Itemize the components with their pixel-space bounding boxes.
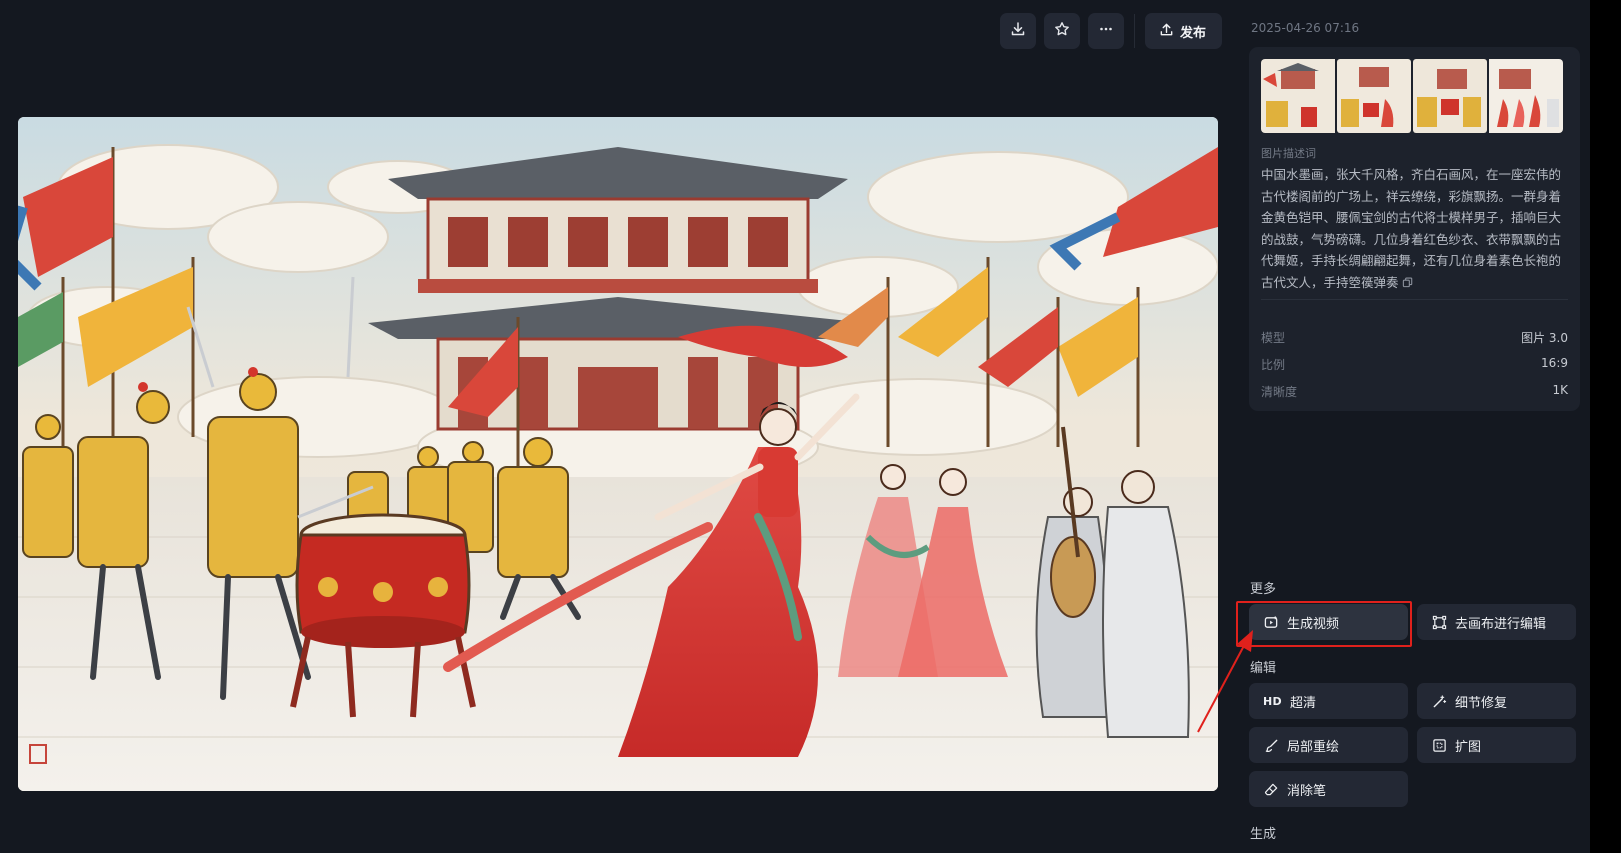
more-button[interactable] [1088,13,1124,49]
eraser-label: 消除笔 [1287,783,1327,799]
video-icon [1263,614,1279,630]
generated-image[interactable] [18,117,1218,791]
generated-image-artwork [18,117,1218,791]
upscale-button[interactable]: HD 超清 [1249,683,1408,719]
canvas-icon [1431,614,1447,630]
prompt-text: 中国水墨画，张大千风格，齐白石画风，在一座宏伟的古代楼阁前的广场上，祥云缭绕，彩… [1261,164,1568,294]
card-divider [1261,299,1568,300]
brush-icon [1263,737,1279,753]
eraser-icon [1263,781,1279,797]
image-info-card: 图片描述词 中国水墨画，张大千风格，齐白石画风，在一座宏伟的古代楼阁前的广场上，… [1249,47,1580,411]
copy-icon[interactable] [1402,273,1413,295]
meta-row-resolution: 清晰度 1K [1261,383,1568,399]
created-timestamp: 2025-04-26 07:16 [1251,21,1360,35]
outpaint-label: 扩图 [1455,739,1482,755]
meta-key: 模型 [1261,331,1286,345]
prompt-text-body: 中国水墨画，张大千风格，齐白石画风，在一座宏伟的古代楼阁前的广场上，祥云缭绕，彩… [1261,167,1562,290]
meta-key: 比例 [1261,358,1286,372]
app-window: 发布 2025-04-26 07:16 图片描述词 中国水墨画，张大千风格，齐白… [0,0,1591,853]
inpaint-label: 局部重绘 [1287,739,1340,755]
hd-icon: HD [1263,694,1282,708]
image-toolbar: 发布 [1000,13,1223,49]
eraser-button[interactable]: 消除笔 [1249,771,1408,807]
variant-thumbnail-3[interactable] [1413,59,1487,133]
meta-key: 清晰度 [1261,385,1298,399]
details-panel: 2025-04-26 07:16 图片描述词 中国水墨画，张大千风格，齐白石画风… [1249,0,1580,853]
section-title-more: 更多 [1250,582,1277,597]
meta-row-model: 模型 图片 3.0 [1261,329,1568,345]
inpaint-button[interactable]: 局部重绘 [1249,727,1408,763]
variant-thumbnails [1261,59,1563,133]
section-title-edit: 编辑 [1250,661,1277,676]
publish-label: 发布 [1180,25,1207,41]
meta-value: 16:9 [1541,356,1568,370]
toolbar-divider [1134,14,1135,48]
magic-wand-icon [1431,693,1447,709]
section-title-generate: 生成 [1250,827,1277,842]
upscale-label: 超清 [1289,695,1316,711]
window-edge [1590,0,1621,853]
upload-icon [1159,22,1174,41]
prompt-label: 图片描述词 [1261,147,1316,160]
meta-value: 1K [1552,383,1568,397]
generate-video-button[interactable]: 生成视频 [1249,604,1408,640]
detail-fix-label: 细节修复 [1455,695,1508,711]
publish-button[interactable]: 发布 [1145,13,1223,49]
variant-thumbnail-1[interactable] [1261,59,1335,133]
detail-fix-button[interactable]: 细节修复 [1417,683,1576,719]
meta-value: 图片 3.0 [1521,331,1568,345]
canvas-edit-label: 去画布进行编辑 [1455,616,1547,632]
download-icon [1010,21,1026,41]
download-button[interactable] [1000,13,1036,49]
generate-video-label: 生成视频 [1287,616,1340,632]
expand-icon [1431,737,1447,753]
favorite-button[interactable] [1044,13,1080,49]
outpaint-button[interactable]: 扩图 [1417,727,1576,763]
variant-thumbnail-4[interactable] [1489,59,1563,133]
variant-thumbnail-2[interactable] [1337,59,1411,133]
meta-row-ratio: 比例 16:9 [1261,356,1568,372]
canvas-edit-button[interactable]: 去画布进行编辑 [1417,604,1576,640]
star-icon [1054,21,1070,41]
more-icon [1098,21,1114,41]
